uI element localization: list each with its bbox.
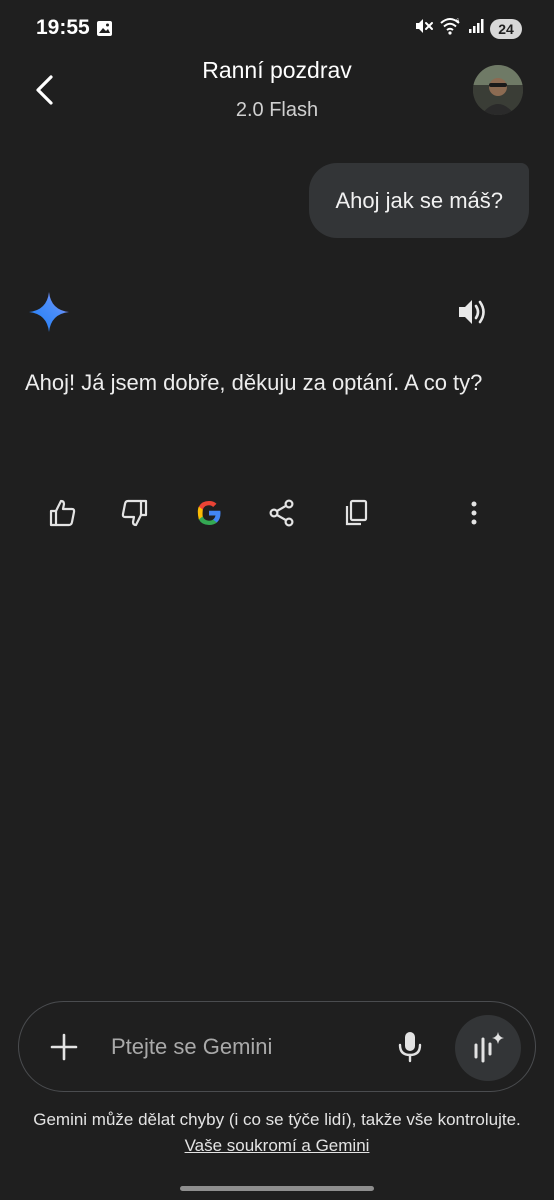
gemini-star-icon xyxy=(27,290,71,334)
disclaimer-text: Gemini může dělat chyby (i co se týče li… xyxy=(33,1110,521,1129)
plus-icon xyxy=(50,1033,78,1061)
thumbs-up-button[interactable] xyxy=(44,494,80,532)
prompt-input[interactable] xyxy=(111,1030,381,1064)
thumbs-up-icon xyxy=(49,499,76,527)
thumbs-down-button[interactable] xyxy=(117,494,153,532)
gemini-live-icon xyxy=(474,1032,504,1063)
speaker-icon[interactable] xyxy=(455,296,491,328)
gemini-live-button[interactable] xyxy=(455,1015,521,1081)
gallery-icon xyxy=(96,20,113,42)
status-time: 19:55 xyxy=(36,16,90,39)
signal-icon xyxy=(468,18,484,39)
more-options-button[interactable] xyxy=(456,494,492,532)
svg-text:6: 6 xyxy=(456,19,460,25)
mic-icon xyxy=(398,1032,422,1063)
google-check-button[interactable] xyxy=(191,494,227,532)
copy-button[interactable] xyxy=(338,494,374,532)
thumbs-down-icon xyxy=(121,499,148,527)
model-name[interactable]: 2.0 Flash xyxy=(0,99,554,122)
home-indicator[interactable] xyxy=(180,1186,374,1191)
status-icons: 6 24 xyxy=(414,17,522,40)
user-message-text: Ahoj jak se máš? xyxy=(335,187,503,213)
gemini-response-text: Ahoj! Já jsem dobře, děkuju za optání. A… xyxy=(25,370,483,395)
copy-icon xyxy=(345,499,368,526)
more-vert-icon xyxy=(471,501,477,525)
disclaimer: Gemini může dělat chyby (i co se týče li… xyxy=(20,1107,534,1159)
mute-icon xyxy=(414,17,434,40)
add-button[interactable] xyxy=(45,1028,83,1066)
profile-avatar[interactable] xyxy=(473,65,523,115)
user-message-bubble[interactable]: Ahoj jak se máš? xyxy=(309,163,529,238)
status-bar: 19:55 6 24 xyxy=(0,0,554,56)
google-icon xyxy=(197,501,221,525)
share-icon xyxy=(269,499,294,527)
privacy-link[interactable]: Vaše soukromí a Gemini xyxy=(185,1136,370,1155)
response-actions xyxy=(0,494,554,532)
wifi-icon: 6 xyxy=(440,17,462,40)
voice-input-button[interactable] xyxy=(393,1028,427,1066)
share-button[interactable] xyxy=(264,494,300,532)
prompt-input-bar xyxy=(18,1001,536,1092)
battery-indicator: 24 xyxy=(490,18,522,39)
gemini-chat-screen: 19:55 6 24 Ranní pozdrav 2.0 Flash Ahoj … xyxy=(0,0,554,1200)
chat-title[interactable]: Ranní pozdrav xyxy=(0,57,554,84)
